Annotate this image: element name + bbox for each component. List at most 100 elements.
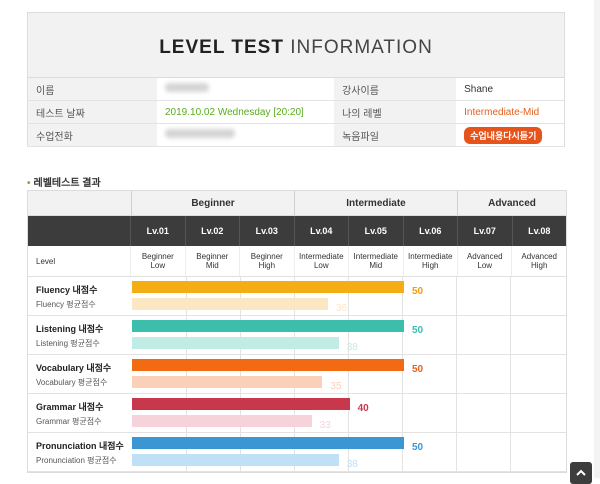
sublevel-col-8: Advanced High	[511, 246, 565, 276]
level-empty	[28, 216, 130, 246]
avg-score-bar	[132, 298, 328, 310]
level-label: Level	[36, 256, 56, 266]
metric-avg-label: Pronunciation 평균점수	[36, 456, 117, 465]
score-value: 50	[412, 442, 424, 453]
metric-row: Grammar 내점수 Grammar 평균점수 40 33	[28, 394, 566, 433]
my-level-value: Intermediate-Mid	[456, 100, 565, 124]
score-bar	[132, 437, 404, 449]
grid-line	[456, 394, 457, 432]
level-col-4: Lv.04	[293, 216, 349, 246]
grid-line	[510, 277, 511, 315]
sublevel-col-6: Intermediate High	[402, 246, 457, 276]
chevron-up-icon	[576, 469, 586, 476]
avg-score-bar	[132, 376, 323, 388]
score-value: 50	[412, 286, 424, 297]
bullet-icon: •	[27, 178, 31, 189]
grid-line	[456, 316, 457, 354]
avg-score-value: 38	[346, 342, 358, 353]
group-empty	[28, 191, 131, 215]
group-advanced: Advanced	[457, 191, 566, 215]
metric-avg-label: Vocabulary 평균점수	[36, 378, 108, 387]
phone-label: 수업전화	[27, 123, 157, 147]
sublevel-col-2: Beginner Mid	[184, 246, 239, 276]
grid-line	[510, 394, 511, 432]
teacher-label: 강사이름	[334, 78, 457, 101]
date-value: 2019.10.02 Wednesday [20:20]	[157, 100, 335, 124]
sublevel-col-3: Beginner High	[239, 246, 293, 276]
avg-score-value: 35	[330, 381, 342, 392]
avg-score-bar	[132, 454, 339, 466]
avg-score-value: 36	[335, 303, 347, 314]
section-title: • 레벨테스트 결과	[27, 174, 101, 189]
grid-line	[456, 433, 457, 471]
info-table: 이름 강사이름 Shane 테스트 날짜 2019.10.02 Wednesda…	[27, 78, 565, 147]
results-table: Beginner Intermediate Advanced Lv.01 Lv.0…	[27, 190, 567, 473]
group-beginner: Beginner	[131, 191, 294, 215]
metric-row: Pronunciation 내점수 Pronunciation 평균점수 50 38	[28, 433, 566, 472]
sublevel-row: Level Beginner Low Beginner Mid Beginner High…	[28, 246, 566, 277]
avg-score-bar	[132, 337, 339, 349]
grid-line	[510, 433, 511, 471]
metric-avg-label: Grammar 평균점수	[36, 417, 102, 426]
avg-score-value: 38	[346, 459, 358, 470]
score-bar	[132, 359, 404, 371]
sublevel-col-4: Intermediate Low	[293, 246, 348, 276]
metric-label: Listening 내점수	[36, 324, 104, 334]
name-value	[157, 78, 335, 101]
section-title-text: 레벨테스트 결과	[33, 178, 101, 189]
grid-line	[510, 316, 511, 354]
recording-label: 녹음파일	[334, 123, 457, 147]
sublevel-col-5: Intermediate Mid	[348, 246, 402, 276]
title-bold: LEVEL TEST	[159, 37, 284, 58]
page-scrollbar[interactable]	[594, 0, 600, 478]
page-title: LEVEL TEST INFORMATION	[159, 37, 433, 59]
avg-score-bar	[132, 415, 312, 427]
metric-row: Fluency 내점수 Fluency 평균점수 50 36	[28, 277, 566, 316]
level-col-6: Lv.06	[402, 216, 458, 246]
level-col-1: Lv.01	[130, 216, 185, 246]
name-label: 이름	[27, 78, 157, 101]
group-intermediate: Intermediate	[294, 191, 457, 215]
level-col-3: Lv.03	[239, 216, 294, 246]
avg-score-value: 33	[319, 420, 331, 431]
score-bar	[132, 398, 350, 410]
grid-line	[456, 277, 457, 315]
level-test-info-panel: LEVEL TEST INFORMATION 이름 강사이름 Shane 테스트…	[27, 12, 565, 147]
metrics-area: Fluency 내점수 Fluency 평균점수 50 36 Listening 내점수…	[28, 277, 566, 472]
sublevel-col-7: Advanced Low	[457, 246, 511, 276]
score-bar	[132, 320, 404, 332]
level-col-8: Lv.08	[511, 216, 567, 246]
metric-label: Grammar 내점수	[36, 402, 104, 412]
page-header: LEVEL TEST INFORMATION	[27, 12, 565, 78]
teacher-value: Shane	[456, 78, 565, 101]
grid-line	[456, 355, 457, 393]
grid-line	[402, 394, 403, 432]
score-value: 40	[357, 403, 369, 414]
metric-row: Listening 내점수 Listening 평균점수 50 38	[28, 316, 566, 355]
score-value: 50	[412, 364, 424, 375]
phone-value	[157, 123, 335, 147]
title-light: INFORMATION	[283, 37, 433, 58]
group-header-row: Beginner Intermediate Advanced	[28, 191, 566, 216]
metric-avg-label: Listening 평균점수	[36, 339, 100, 348]
replay-recording-button[interactable]: 수업내용다시듣기	[464, 126, 543, 144]
level-header-row: Lv.01 Lv.02 Lv.03 Lv.04 Lv.05 Lv.06 Lv.07 Lv.08	[28, 216, 566, 246]
sublevel-col-1: Beginner Low	[130, 246, 184, 276]
metric-label: Pronunciation 내점수	[36, 441, 124, 451]
score-value: 50	[412, 325, 424, 336]
date-label: 테스트 날짜	[27, 100, 157, 124]
level-col-5: Lv.05	[348, 216, 403, 246]
metric-avg-label: Fluency 평균점수	[36, 300, 96, 309]
level-col-2: Lv.02	[184, 216, 240, 246]
name-blurred	[165, 83, 209, 92]
metric-label: Fluency 내점수	[36, 285, 98, 295]
recording-cell: 수업내용다시듣기	[456, 123, 565, 147]
metric-row: Vocabulary 내점수 Vocabulary 평균점수 50 35	[28, 355, 566, 394]
my-level-label: 나의 레벨	[334, 100, 457, 124]
level-col-7: Lv.07	[457, 216, 512, 246]
grid-line	[510, 355, 511, 393]
score-bar	[132, 281, 404, 293]
metric-label: Vocabulary 내점수	[36, 363, 112, 373]
scroll-top-button[interactable]	[570, 462, 592, 484]
phone-blurred	[165, 129, 235, 138]
